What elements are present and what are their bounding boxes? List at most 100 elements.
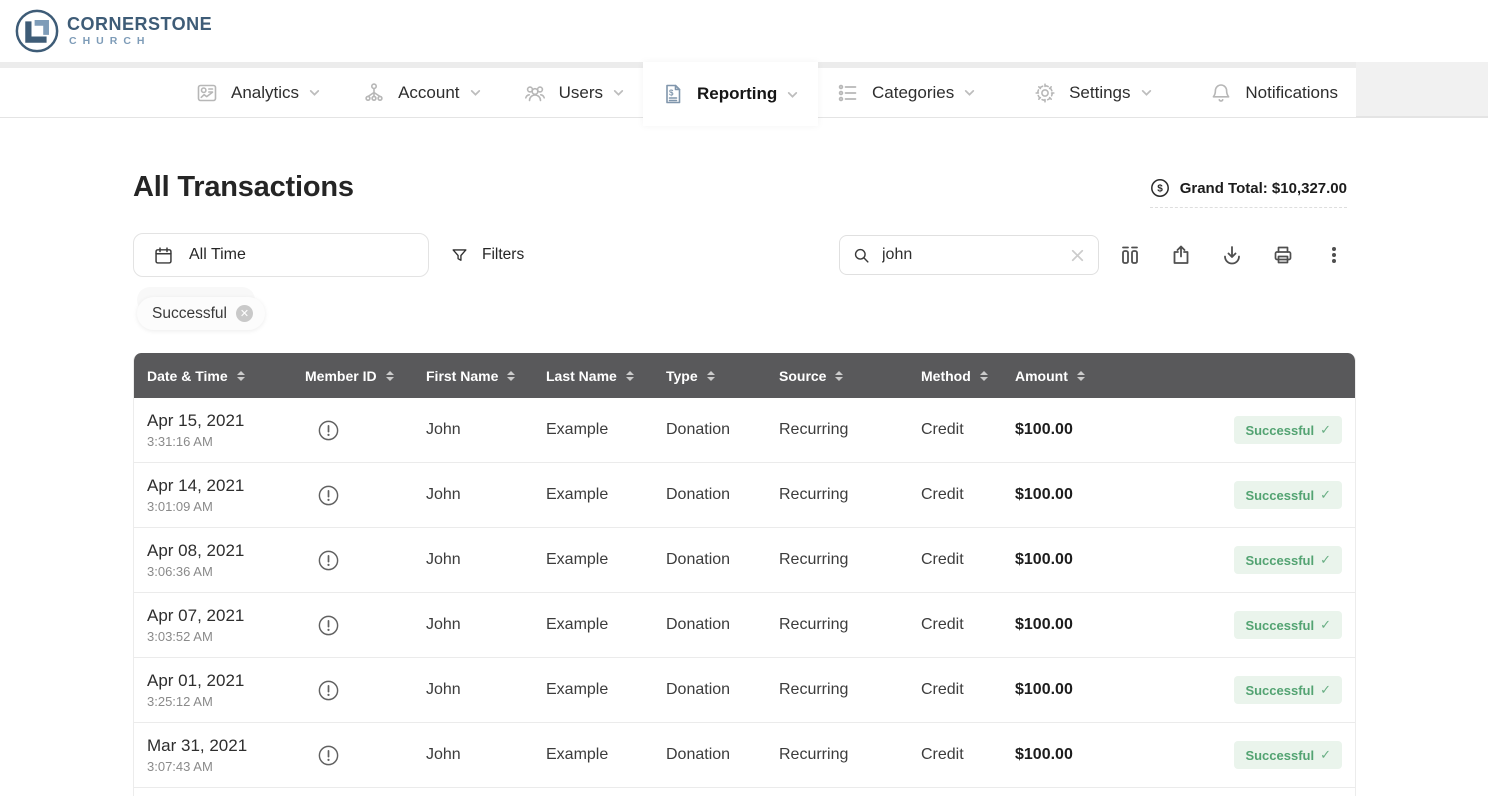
info-exclamation-icon[interactable] bbox=[317, 614, 340, 637]
cell-type: Donation bbox=[653, 421, 766, 439]
filters-button[interactable]: Filters bbox=[450, 233, 524, 277]
search-box bbox=[839, 235, 1099, 275]
status-badge: Successful ✓ bbox=[1234, 611, 1342, 639]
table-header-row: Date & Time Member ID First Name Last Na… bbox=[134, 353, 1355, 398]
info-exclamation-icon[interactable] bbox=[317, 549, 340, 572]
cell-source: Recurring bbox=[766, 681, 908, 699]
nav-item-settings[interactable]: Settings bbox=[1033, 81, 1152, 105]
table-row[interactable]: Apr 14, 2021 3:01:09 AM John Example Don… bbox=[134, 463, 1355, 528]
status-badge: Successful ✓ bbox=[1234, 416, 1342, 444]
cell-first-name: John bbox=[413, 551, 533, 569]
nav-item-analytics[interactable]: Analytics bbox=[195, 81, 321, 105]
column-header-last-name[interactable]: Last Name bbox=[533, 368, 653, 384]
date-range-button[interactable]: All Time bbox=[133, 233, 429, 277]
cell-first-name: John bbox=[413, 486, 533, 504]
search-clear-icon[interactable] bbox=[1069, 247, 1086, 264]
calendar-icon bbox=[153, 245, 174, 266]
info-exclamation-icon[interactable] bbox=[317, 744, 340, 767]
analytics-icon bbox=[195, 81, 219, 105]
column-header-source[interactable]: Source bbox=[766, 368, 908, 384]
filter-chip-successful[interactable]: Successful ✕ bbox=[137, 297, 265, 330]
cell-member-id bbox=[292, 679, 413, 702]
cell-type: Donation bbox=[653, 681, 766, 699]
cell-method: Credit bbox=[908, 486, 1002, 504]
column-header-type[interactable]: Type bbox=[653, 368, 766, 384]
print-icon[interactable] bbox=[1271, 243, 1295, 267]
chevron-down-icon bbox=[786, 88, 799, 101]
status-badge: Successful ✓ bbox=[1234, 546, 1342, 574]
column-header-date[interactable]: Date & Time bbox=[134, 368, 292, 384]
cell-type: Donation bbox=[653, 616, 766, 634]
chip-remove-icon[interactable]: ✕ bbox=[236, 305, 253, 322]
info-exclamation-icon[interactable] bbox=[317, 419, 340, 442]
cell-status: Successful ✓ bbox=[1132, 676, 1355, 704]
nav-corner bbox=[1356, 62, 1488, 117]
account-icon bbox=[362, 81, 386, 105]
table-row[interactable]: Apr 15, 2021 3:31:16 AM John Example Don… bbox=[134, 398, 1355, 463]
export-share-icon[interactable] bbox=[1169, 243, 1193, 267]
cell-type: Donation bbox=[653, 486, 766, 504]
cell-source: Recurring bbox=[766, 486, 908, 504]
cell-source: Recurring bbox=[766, 421, 908, 439]
info-exclamation-icon[interactable] bbox=[317, 679, 340, 702]
check-icon: ✓ bbox=[1320, 747, 1331, 763]
reporting-icon: $ bbox=[661, 82, 685, 106]
column-header-first-name[interactable]: First Name bbox=[413, 368, 533, 384]
cell-member-id bbox=[292, 419, 413, 442]
cell-last-name: Example bbox=[533, 746, 653, 764]
filters-label: Filters bbox=[482, 246, 524, 264]
chevron-down-icon bbox=[963, 86, 976, 99]
filter-chip-label: Successful bbox=[152, 305, 227, 323]
nav-item-users[interactable]: Users bbox=[523, 81, 625, 105]
table-row[interactable]: Apr 01, 2021 3:25:12 AM John Example Don… bbox=[134, 658, 1355, 723]
check-icon: ✓ bbox=[1320, 422, 1331, 438]
grand-total-text: Grand Total: $10,327.00 bbox=[1180, 180, 1347, 197]
column-header-amount[interactable]: Amount bbox=[1002, 368, 1132, 384]
table-toolbar bbox=[1118, 243, 1346, 267]
search-input[interactable] bbox=[882, 246, 1058, 264]
chevron-down-icon bbox=[1140, 86, 1153, 99]
cell-status: Successful ✓ bbox=[1132, 481, 1355, 509]
nav-item-categories[interactable]: Categories bbox=[836, 81, 976, 105]
table-row[interactable]: Mar 31, 2021 3:07:43 AM John Example Don… bbox=[134, 723, 1355, 788]
cell-amount: $100.00 bbox=[1002, 616, 1132, 634]
cell-amount: $100.00 bbox=[1002, 681, 1132, 699]
cell-last-name: Example bbox=[533, 616, 653, 634]
more-vertical-icon[interactable] bbox=[1322, 243, 1346, 267]
table-row[interactable]: Apr 08, 2021 3:06:36 AM John Example Don… bbox=[134, 528, 1355, 593]
nav-label: Analytics bbox=[231, 83, 299, 103]
nav-group-right: Categories Settings bbox=[818, 68, 1356, 117]
column-header-member-id[interactable]: Member ID bbox=[292, 368, 413, 384]
brand-subtitle: CHURCH bbox=[69, 36, 212, 47]
cell-amount: $100.00 bbox=[1002, 551, 1132, 569]
cell-method: Credit bbox=[908, 616, 1002, 634]
cell-date-time: Apr 08, 2021 3:06:36 AM bbox=[134, 541, 292, 579]
sort-icon bbox=[626, 371, 634, 381]
cell-member-id bbox=[292, 549, 413, 572]
info-exclamation-icon[interactable] bbox=[317, 484, 340, 507]
nav-item-reporting[interactable]: $ Reporting bbox=[661, 82, 799, 106]
download-icon[interactable] bbox=[1220, 243, 1244, 267]
cell-method: Credit bbox=[908, 421, 1002, 439]
transactions-table: Date & Time Member ID First Name Last Na… bbox=[133, 353, 1356, 796]
brand-name: CORNERSTONE bbox=[67, 15, 212, 33]
nav-item-notifications[interactable]: Notifications bbox=[1209, 81, 1338, 105]
cell-member-id bbox=[292, 744, 413, 767]
check-icon: ✓ bbox=[1320, 552, 1331, 568]
cell-last-name: Example bbox=[533, 421, 653, 439]
status-badge: Successful ✓ bbox=[1234, 676, 1342, 704]
brand-logo[interactable]: CORNERSTONE CHURCH bbox=[14, 8, 212, 54]
cell-first-name: John bbox=[413, 746, 533, 764]
nav-item-account[interactable]: Account bbox=[362, 81, 481, 105]
column-header-method[interactable]: Method bbox=[908, 368, 1002, 384]
cell-first-name: John bbox=[413, 681, 533, 699]
cell-source: Recurring bbox=[766, 746, 908, 764]
columns-icon[interactable] bbox=[1118, 243, 1142, 267]
grand-total: $ Grand Total: $10,327.00 bbox=[1150, 178, 1347, 208]
table-row[interactable]: Apr 07, 2021 3:03:52 AM John Example Don… bbox=[134, 593, 1355, 658]
cell-method: Credit bbox=[908, 551, 1002, 569]
categories-icon bbox=[836, 81, 860, 105]
svg-text:$: $ bbox=[669, 89, 674, 98]
chevron-down-icon bbox=[612, 86, 625, 99]
brand-logo-icon bbox=[14, 8, 60, 54]
